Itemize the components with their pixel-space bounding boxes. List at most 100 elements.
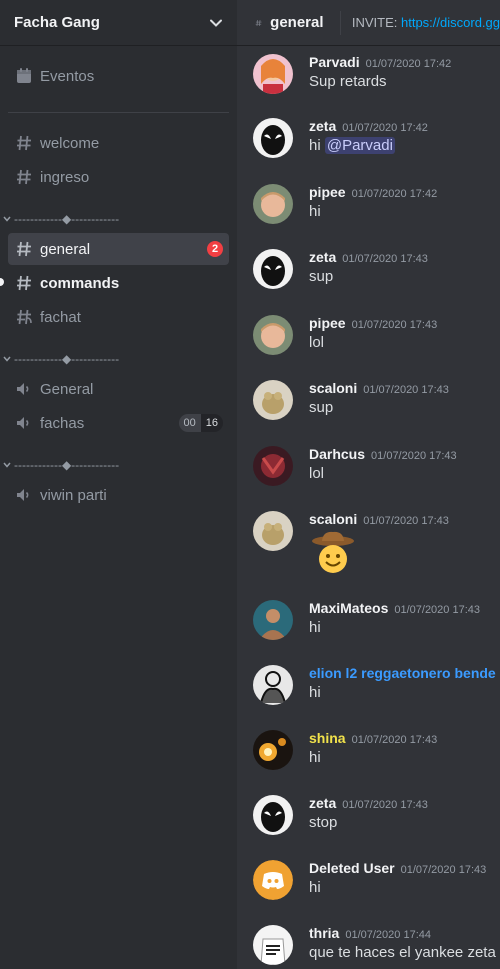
message: Parvadi 01/07/2020 17:42 Sup retards — [253, 54, 451, 94]
speaker-icon — [14, 413, 34, 433]
avatar[interactable] — [253, 249, 293, 289]
invite-link[interactable]: https://discord.gg — [401, 15, 500, 30]
channel-item-general[interactable]: general 2 — [8, 233, 229, 265]
avatar[interactable] — [253, 795, 293, 835]
message-text: Sup retards — [309, 73, 387, 90]
channel-label: Eventos — [40, 67, 95, 85]
message-author[interactable]: zeta — [309, 249, 336, 265]
channel-item-fachas[interactable]: fachas 00 16 — [8, 407, 229, 439]
message-timestamp: 01/07/2020 17:43 — [363, 384, 449, 396]
message-text: lol — [309, 334, 325, 351]
avatar[interactable] — [253, 665, 293, 705]
chevron-down-icon — [3, 216, 11, 222]
channel-item-ingreso[interactable]: ingreso — [8, 161, 229, 193]
speaker-icon — [14, 379, 34, 399]
message-text: sup — [309, 268, 334, 285]
avatar[interactable] — [253, 925, 293, 965]
discord-logo-icon[interactable] — [253, 860, 293, 900]
message-text: hi — [309, 684, 321, 701]
message-timestamp: 01/07/2020 17:42 — [351, 188, 438, 200]
calendar-icon — [14, 66, 34, 86]
message-timestamp: 01/07/2020 17:43 — [363, 515, 449, 527]
hashtag-icon — [14, 133, 34, 153]
channel-item-voice-general[interactable]: General — [8, 373, 229, 405]
avatar[interactable] — [253, 511, 293, 551]
channel-label: commands — [40, 274, 120, 292]
server-header[interactable]: Facha Gang — [0, 0, 237, 46]
channel-list: Eventos welcome ingreso ------------◆---… — [0, 46, 237, 511]
chat-area: general INVITE: https://discord.gg Parva… — [237, 0, 500, 969]
voice-user-count: 00 16 — [178, 414, 223, 432]
category-header[interactable]: ------------◆------------ — [0, 207, 237, 231]
message-timestamp: 01/07/2020 17:43 — [394, 604, 480, 616]
channel-topbar: general INVITE: https://discord.gg — [237, 0, 500, 46]
message-author[interactable]: zeta — [309, 795, 336, 811]
message-author[interactable]: pipee — [309, 315, 346, 331]
avatar[interactable] — [253, 380, 293, 420]
message: zeta 01/07/2020 17:42 hi @Parvadi — [253, 118, 428, 158]
avatar[interactable] — [253, 184, 293, 224]
message-text: hi — [309, 879, 321, 896]
category-header[interactable]: ------------◆------------ — [0, 347, 237, 371]
avatar[interactable] — [253, 54, 293, 94]
user-mention[interactable]: @Parvadi — [324, 137, 395, 154]
message-author[interactable]: Deleted User — [309, 860, 395, 876]
message: Darhcus 01/07/2020 17:43 lol — [253, 446, 457, 486]
message: pipee 01/07/2020 17:43 lol — [253, 315, 437, 355]
message-timestamp: 01/07/2020 17:42 — [342, 122, 428, 134]
cowboy-emoji-icon — [309, 529, 449, 582]
message-timestamp: 01/07/2020 17:44 — [345, 929, 431, 941]
channel-item-viwin-parti[interactable]: viwin parti — [8, 479, 229, 511]
avatar[interactable] — [253, 315, 293, 355]
message-author[interactable]: zeta — [309, 118, 336, 134]
message-timestamp: 01/07/2020 17:43 — [400, 864, 487, 876]
channel-label: viwin parti — [40, 486, 107, 504]
channel-item-welcome[interactable]: welcome — [8, 127, 229, 159]
channel-label: fachat — [40, 308, 81, 326]
channel-item-eventos[interactable]: Eventos — [8, 60, 229, 92]
message-text: lol — [309, 465, 325, 482]
message-timestamp: 01/07/2020 17:43 — [342, 253, 428, 265]
message: shina 01/07/2020 17:43 hi — [253, 730, 437, 770]
message: scaloni 01/07/2020 17:43 sup — [253, 380, 449, 420]
message-body: hi — [309, 137, 321, 154]
hashtag-icon — [14, 239, 34, 259]
avatar[interactable] — [253, 446, 293, 486]
avatar[interactable] — [253, 600, 293, 640]
message-author[interactable]: Parvadi — [309, 54, 360, 70]
category-header[interactable]: ------------◆------------ — [0, 453, 237, 477]
message-author[interactable]: Darhcus — [309, 446, 365, 462]
message-author[interactable]: MaxiMateos — [309, 600, 388, 616]
thread-hashtag-icon — [14, 307, 34, 327]
avatar[interactable] — [253, 118, 293, 158]
avatar[interactable] — [253, 730, 293, 770]
message-timestamp: 01/07/2020 17:42 — [365, 58, 452, 70]
message: zeta 01/07/2020 17:43 sup — [253, 249, 428, 289]
channel-item-commands[interactable]: commands — [0, 267, 229, 299]
hashtag-icon — [14, 273, 34, 293]
message-author[interactable]: scaloni — [309, 511, 357, 527]
server-name: Facha Gang — [14, 14, 100, 31]
channel-topic: INVITE: https://discord.gg — [352, 15, 500, 30]
message-author[interactable]: scaloni — [309, 380, 357, 396]
message: zeta 01/07/2020 17:43 stop — [253, 795, 428, 835]
message-author[interactable]: shina — [309, 730, 346, 746]
message-author[interactable]: thria — [309, 925, 339, 941]
category-label: ------------◆------------ — [14, 212, 120, 226]
message-author[interactable]: elion l2 reggaetonero bende — [309, 665, 496, 681]
message-timestamp: 01/07/2020 17:43 — [342, 799, 428, 811]
channel-label: ingreso — [40, 168, 90, 186]
hashtag-icon — [14, 167, 34, 187]
message: elion l2 reggaetonero bende hi — [253, 665, 496, 705]
channel-item-fachat[interactable]: fachat — [8, 301, 229, 333]
message-text: sup — [309, 399, 334, 416]
channel-label: General — [40, 380, 94, 398]
category-label: ------------◆------------ — [14, 352, 120, 366]
message-timestamp: 01/07/2020 17:43 — [351, 319, 438, 331]
message-author[interactable]: pipee — [309, 184, 346, 200]
message-text: hi — [309, 619, 321, 636]
message-text: que te haces el yankee zeta — [309, 944, 496, 961]
channel-label: welcome — [40, 134, 100, 152]
divider — [8, 112, 229, 113]
message: scaloni 01/07/2020 17:43 — [253, 511, 449, 582]
